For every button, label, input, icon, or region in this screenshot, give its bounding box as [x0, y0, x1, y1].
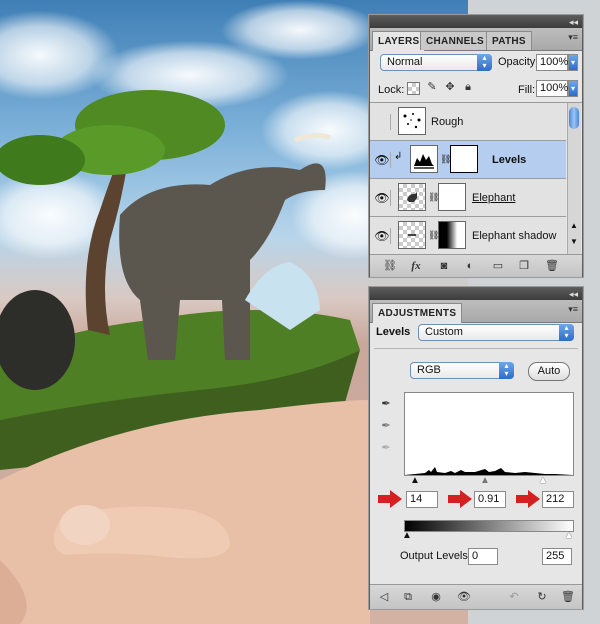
layer-name: Elephant [472, 192, 516, 204]
collapse-icon[interactable]: ◂◂ [569, 288, 578, 300]
channel-select[interactable]: RGB ▴ ▾ [410, 362, 514, 379]
tab-layers[interactable]: LAYERS [372, 31, 426, 51]
new-layer-icon[interactable]: ❐ [516, 258, 532, 274]
black-eyedropper-icon[interactable]: ✒︎ [378, 396, 394, 412]
red-arrow-icon [516, 490, 540, 508]
opacity-dropdown-icon[interactable]: ▾ [568, 54, 578, 71]
back-arrow-icon[interactable]: ◁ [376, 589, 392, 605]
white-eyedropper-icon[interactable]: ✒︎ [378, 440, 394, 456]
fx-icon[interactable]: fx [408, 258, 424, 274]
gray-eyedropper-icon[interactable]: ✒︎ [378, 418, 394, 434]
lock-pixels-icon[interactable]: ✎ [424, 79, 440, 95]
output-black-slider[interactable]: ▲ [402, 530, 412, 541]
select-arrow-icon: ▴ ▾ [559, 324, 574, 341]
output-white-slider[interactable]: ▲ [564, 530, 574, 541]
previous-state-icon[interactable]: ↶ [506, 589, 522, 605]
tab-channels[interactable]: CHANNELS [420, 31, 490, 50]
adjustments-panel-titlebar[interactable]: ◂◂ [370, 288, 582, 300]
divider [374, 348, 578, 349]
output-black-field[interactable]: 0 [468, 548, 498, 565]
trash-icon[interactable]: 🗑︎ [560, 589, 576, 605]
input-gray-field[interactable]: 0.91 [474, 491, 506, 508]
trash-icon[interactable]: 🗑︎ [544, 258, 560, 274]
layers-bottom-toolbar: ⛓︎ fx ◙ ◐ ▭ ❐ 🗑︎ [370, 254, 582, 277]
layers-tabbar: LAYERS CHANNELS PATHS ▾≡ [370, 28, 582, 51]
red-arrow-icon [448, 490, 472, 508]
output-white-field[interactable]: 255 [542, 548, 572, 565]
lock-all-icon[interactable]: 🔒︎ [460, 79, 476, 95]
output-gradient [404, 520, 574, 532]
scroll-up-icon[interactable]: ▲ [570, 221, 578, 230]
adjustments-panel: ◂◂ ADJUSTMENTS ▾≡ Levels Custom ▴ ▾ RGB ▴… [369, 287, 583, 609]
input-black-slider[interactable]: ▲ [410, 475, 420, 486]
fill-input[interactable]: 100% [536, 80, 568, 97]
opacity-input[interactable]: 100% [536, 54, 568, 71]
input-white-field[interactable]: 212 [542, 491, 574, 508]
select-arrow-icon: ▴ ▾ [477, 54, 492, 71]
output-levels-label: Output Levels: [400, 550, 471, 562]
layers-panel-titlebar[interactable]: ◂◂ [370, 16, 582, 28]
expanded-view-icon[interactable]: ⧉ [400, 589, 416, 605]
histogram-graph [405, 467, 573, 475]
histogram [404, 392, 574, 476]
layer-thumbnail [398, 221, 426, 249]
blend-mode-select[interactable]: Normal ▴ ▾ [380, 54, 492, 71]
layer-row-levels[interactable]: 👁︎ ↲ ⛓︎ Levels [370, 141, 566, 179]
visibility-toggle-off[interactable] [374, 114, 391, 130]
layers-scrollbar[interactable]: ▲ ▼ [567, 103, 581, 255]
layer-mask-thumbnail[interactable] [438, 221, 466, 249]
layer-mask-thumbnail[interactable] [438, 183, 466, 211]
layer-row-elephant-shadow[interactable]: 👁︎ ⛓︎ Elephant shadow [370, 217, 566, 255]
layer-name: Levels [492, 154, 527, 166]
layers-panel: ◂◂ LAYERS CHANNELS PATHS ▾≡ Normal ▴ ▾ Op… [369, 15, 583, 277]
red-arrow-icon [378, 490, 402, 508]
eye-icon[interactable]: 👁︎ [374, 228, 391, 244]
new-group-icon[interactable]: ▭ [490, 258, 506, 274]
tab-paths[interactable]: PATHS [486, 31, 532, 50]
auto-button[interactable]: Auto [528, 362, 570, 381]
clip-to-layer-icon[interactable]: ◉ [428, 589, 444, 605]
panel-menu-icon[interactable]: ▾≡ [568, 304, 578, 315]
tab-adjustments[interactable]: ADJUSTMENTS [372, 303, 463, 323]
preset-value: Custom [425, 326, 463, 338]
opacity-label: Opacity: [498, 56, 539, 68]
layer-mask-thumbnail[interactable] [450, 145, 478, 173]
eye-icon[interactable]: 👁︎ [374, 190, 391, 206]
fill-dropdown-icon[interactable]: ▾ [568, 80, 578, 97]
layer-thumbnail [398, 107, 426, 135]
lock-label: Lock: [378, 84, 405, 96]
preset-select[interactable]: Custom ▴ ▾ [418, 324, 574, 341]
panel-menu-icon[interactable]: ▾≡ [568, 32, 578, 43]
visibility-icon[interactable]: 👁︎ [456, 589, 472, 605]
channel-value: RGB [417, 364, 441, 376]
reset-icon[interactable]: ↻ [534, 589, 550, 605]
select-arrow-icon: ▴ ▾ [499, 362, 514, 379]
lock-transparent-icon[interactable] [407, 82, 420, 95]
scroll-thumb[interactable] [569, 107, 579, 129]
adjustments-bottom-toolbar: ◁ ⧉ ◉ 👁︎ ↶ ↻ 🗑︎ [370, 584, 582, 609]
preset-label: Levels [376, 326, 411, 338]
input-white-slider[interactable]: ▲ [538, 475, 548, 486]
new-adjustment-icon[interactable]: ◐ [462, 258, 478, 274]
input-black-field[interactable]: 14 [406, 491, 438, 508]
layer-row-elephant[interactable]: 👁︎ ⛓︎ Elephant [370, 179, 566, 217]
link-layers-icon[interactable]: ⛓︎ [382, 258, 398, 274]
blend-mode-value: Normal [387, 56, 423, 68]
lock-position-icon[interactable]: ✥ [442, 79, 458, 95]
scroll-down-icon[interactable]: ▼ [570, 237, 578, 246]
layer-name: Rough [431, 116, 464, 128]
add-mask-icon[interactable]: ◙ [436, 258, 452, 274]
layer-row-rough[interactable]: Rough [370, 103, 566, 141]
clip-arrow-icon: ↲ [394, 151, 403, 162]
layer-list: Rough 👁︎ ↲ ⛓︎ Levels 👁︎ ⛓︎ Elephant 👁︎ ⛓… [370, 102, 582, 255]
fill-label: Fill: [518, 84, 536, 96]
levels-adjustment-icon [410, 145, 438, 173]
layer-name: Elephant shadow [472, 230, 557, 242]
eye-icon[interactable]: 👁︎ [374, 152, 391, 168]
adjustments-tabbar: ADJUSTMENTS ▾≡ [370, 300, 582, 323]
layer-thumbnail [398, 183, 426, 211]
collapse-icon[interactable]: ◂◂ [569, 16, 578, 28]
input-gray-slider[interactable]: ▲ [480, 475, 490, 486]
